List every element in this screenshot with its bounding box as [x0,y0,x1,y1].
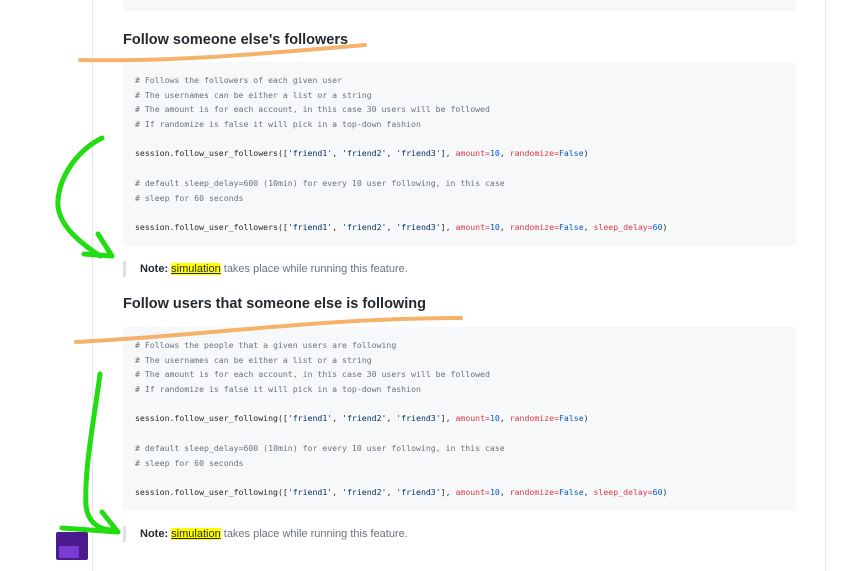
code-call-line: session.follow_user_followers(['friend1'… [135,148,589,159]
app-tile-icon [56,532,88,560]
code-comment: # If randomize is false it will pick in … [135,118,421,129]
code-comment: # The usernames can be either a list or … [135,89,372,100]
code-comment: # The amount is for each account, in thi… [135,369,490,380]
highlighted-word: simulation [171,263,221,275]
code-block-following: # Follows the people that a given users … [123,327,796,511]
arrow-annotation [81,231,115,259]
section-heading-followers: Follow someone else's followers [123,32,349,48]
code-comment: # default sleep_delay=600 (10min) for ev… [135,442,505,453]
code-comment: # sleep for 60 seconds [135,192,244,203]
code-call-line: session.follow_user_following(['friend1'… [135,413,589,424]
previous-code-block [123,0,796,11]
code-comment: # The usernames can be either a list or … [135,354,372,365]
arrow-annotation [59,509,121,535]
code-call-line: session.follow_user_followers(['friend1'… [135,222,668,233]
code-comment: # If randomize is false it will pick in … [135,383,421,394]
section-heading-following: Follow users that someone else is follow… [123,296,426,312]
arrow-annotation [83,371,117,533]
page-border-right [825,0,826,571]
code-comment: # Follows the people that a given users … [135,340,397,350]
code-comment: # The amount is for each account, in thi… [135,104,490,115]
arrow-annotation [55,135,105,259]
code-comment: # default sleep_delay=600 (10min) for ev… [135,177,505,188]
note-blockquote: Note: simulation takes place while runni… [123,526,408,542]
highlighted-word: simulation [171,528,221,540]
code-call-line: session.follow_user_following(['friend1'… [135,487,668,498]
page-border-left [92,0,93,571]
code-comment: # Follows the followers of each given us… [135,75,343,85]
note-blockquote: Note: simulation takes place while runni… [123,261,408,277]
code-block-followers: # Follows the followers of each given us… [123,62,796,246]
code-comment: # sleep for 60 seconds [135,457,244,468]
